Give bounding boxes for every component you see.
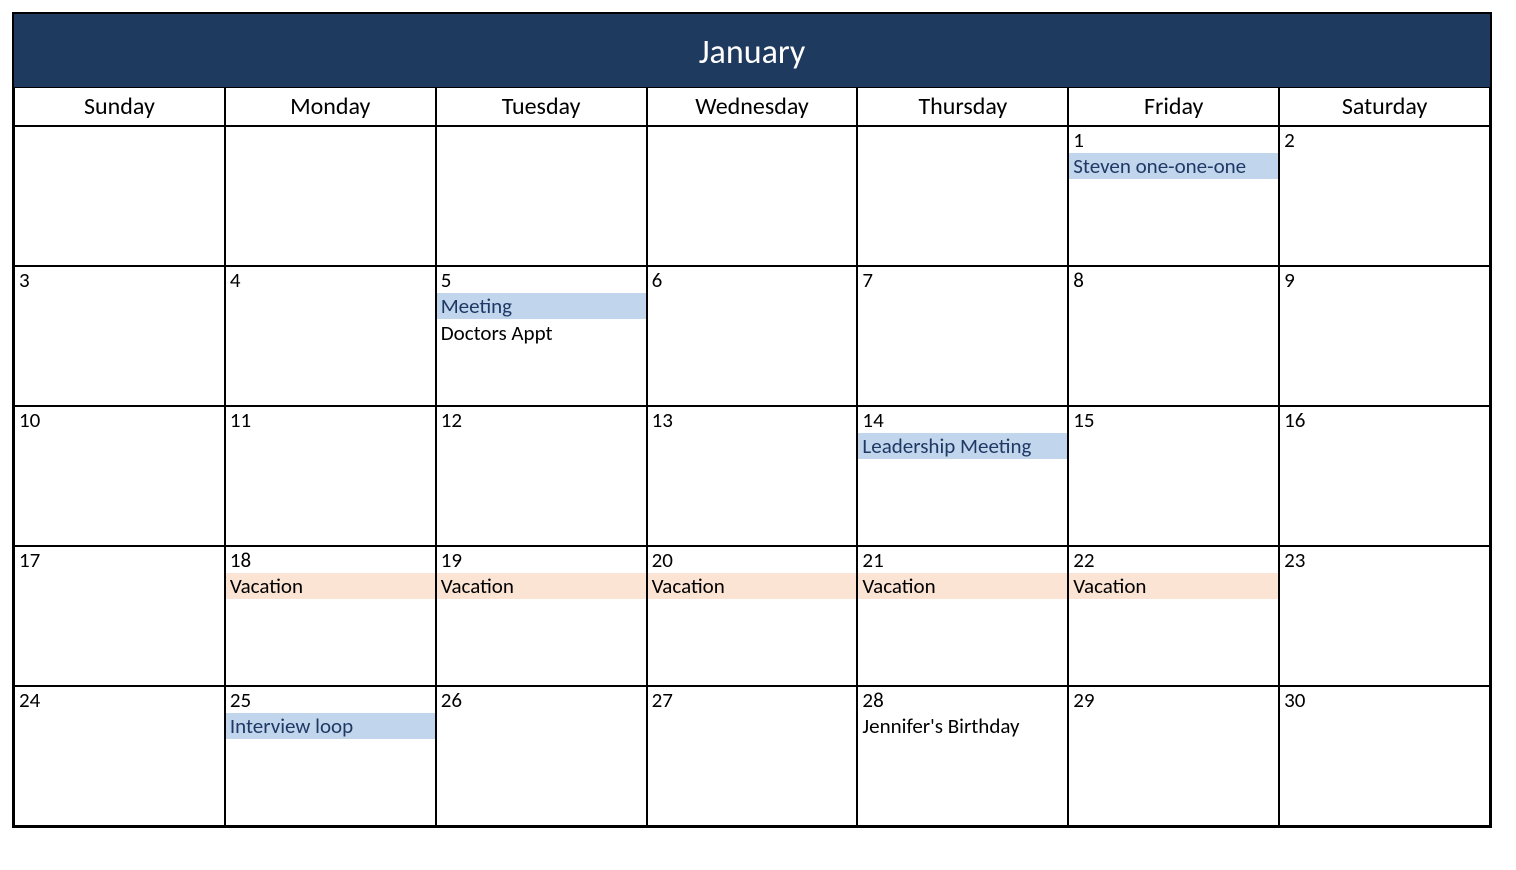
- day-number: 4: [226, 267, 435, 292]
- day-number: 5: [437, 267, 646, 292]
- day-header: Saturday: [1279, 87, 1490, 126]
- calendar-cell[interactable]: 25Interview loop: [225, 686, 436, 826]
- calendar-cell[interactable]: 30: [1279, 686, 1490, 826]
- day-number: 16: [1280, 407, 1489, 432]
- calendar-cell[interactable]: 16: [1279, 406, 1490, 546]
- calendar-cell[interactable]: 5MeetingDoctors Appt: [436, 266, 647, 406]
- calendar-cell[interactable]: 1Steven one-one-one: [1068, 126, 1279, 266]
- day-number: 22: [1069, 547, 1278, 572]
- calendar-week: 1011121314Leadership Meeting1516: [14, 406, 1490, 546]
- calendar-cell[interactable]: 2: [1279, 126, 1490, 266]
- calendar-cell[interactable]: 15: [1068, 406, 1279, 546]
- calendar-cell[interactable]: 14Leadership Meeting: [857, 406, 1068, 546]
- calendar: January Sunday Monday Tuesday Wednesday …: [12, 12, 1492, 828]
- calendar-grid: 1Steven one-one-one2345MeetingDoctors Ap…: [14, 126, 1490, 826]
- calendar-week: 2425Interview loop262728Jennifer's Birth…: [14, 686, 1490, 826]
- calendar-cell[interactable]: 27: [647, 686, 858, 826]
- calendar-week: 345MeetingDoctors Appt6789: [14, 266, 1490, 406]
- month-title: January: [14, 14, 1490, 87]
- calendar-week: 1718Vacation19Vacation20Vacation21Vacati…: [14, 546, 1490, 686]
- calendar-cell[interactable]: 3: [14, 266, 225, 406]
- calendar-cell[interactable]: 19Vacation: [436, 546, 647, 686]
- calendar-cell[interactable]: 28Jennifer's Birthday: [857, 686, 1068, 826]
- day-header: Thursday: [857, 87, 1068, 126]
- calendar-event[interactable]: Jennifer's Birthday: [858, 713, 1067, 739]
- calendar-event[interactable]: Vacation: [1069, 573, 1278, 599]
- day-number: 21: [858, 547, 1067, 572]
- day-number: 26: [437, 687, 646, 712]
- calendar-cell[interactable]: 21Vacation: [857, 546, 1068, 686]
- day-number: 19: [437, 547, 646, 572]
- calendar-cell[interactable]: [647, 126, 858, 266]
- day-number: 27: [648, 687, 857, 712]
- calendar-event[interactable]: Interview loop: [226, 713, 435, 739]
- day-number: 12: [437, 407, 646, 432]
- day-header-row: Sunday Monday Tuesday Wednesday Thursday…: [14, 87, 1490, 126]
- day-number: 30: [1280, 687, 1489, 712]
- day-number: 24: [15, 687, 224, 712]
- calendar-cell[interactable]: 6: [647, 266, 858, 406]
- calendar-cell[interactable]: 20Vacation: [647, 546, 858, 686]
- calendar-event[interactable]: Steven one-one-one: [1069, 153, 1278, 179]
- calendar-event[interactable]: Vacation: [226, 573, 435, 599]
- day-number: 8: [1069, 267, 1278, 292]
- day-number: 3: [15, 267, 224, 292]
- calendar-event[interactable]: Leadership Meeting: [858, 433, 1067, 459]
- day-number: 14: [858, 407, 1067, 432]
- calendar-cell[interactable]: 26: [436, 686, 647, 826]
- calendar-event[interactable]: Vacation: [648, 573, 857, 599]
- calendar-week: 1Steven one-one-one2: [14, 126, 1490, 266]
- day-header: Sunday: [14, 87, 225, 126]
- calendar-cell[interactable]: 10: [14, 406, 225, 546]
- calendar-cell[interactable]: 22Vacation: [1068, 546, 1279, 686]
- day-header: Friday: [1068, 87, 1279, 126]
- day-header: Wednesday: [647, 87, 858, 126]
- calendar-cell[interactable]: 18Vacation: [225, 546, 436, 686]
- calendar-cell[interactable]: 4: [225, 266, 436, 406]
- day-header: Tuesday: [436, 87, 647, 126]
- day-number: 18: [226, 547, 435, 572]
- calendar-event[interactable]: Doctors Appt: [437, 320, 646, 346]
- day-number: 13: [648, 407, 857, 432]
- day-number: 1: [1069, 127, 1278, 152]
- day-header: Monday: [225, 87, 436, 126]
- calendar-event[interactable]: Vacation: [437, 573, 646, 599]
- calendar-cell[interactable]: 11: [225, 406, 436, 546]
- day-number: 17: [15, 547, 224, 572]
- calendar-cell[interactable]: [436, 126, 647, 266]
- calendar-cell[interactable]: 29: [1068, 686, 1279, 826]
- calendar-cell[interactable]: 23: [1279, 546, 1490, 686]
- calendar-cell[interactable]: 9: [1279, 266, 1490, 406]
- day-number: 25: [226, 687, 435, 712]
- calendar-cell[interactable]: [225, 126, 436, 266]
- day-number: 28: [858, 687, 1067, 712]
- day-number: [15, 127, 224, 129]
- day-number: 23: [1280, 547, 1489, 572]
- day-number: 6: [648, 267, 857, 292]
- calendar-cell[interactable]: 24: [14, 686, 225, 826]
- day-number: 15: [1069, 407, 1278, 432]
- calendar-cell[interactable]: 8: [1068, 266, 1279, 406]
- calendar-cell[interactable]: [857, 126, 1068, 266]
- day-number: 20: [648, 547, 857, 572]
- calendar-cell[interactable]: 17: [14, 546, 225, 686]
- calendar-cell[interactable]: [14, 126, 225, 266]
- calendar-cell[interactable]: 13: [647, 406, 858, 546]
- day-number: [437, 127, 646, 129]
- day-number: 7: [858, 267, 1067, 292]
- day-number: [858, 127, 1067, 129]
- calendar-event[interactable]: Vacation: [858, 573, 1067, 599]
- day-number: 9: [1280, 267, 1489, 292]
- calendar-cell[interactable]: 12: [436, 406, 647, 546]
- day-number: [226, 127, 435, 129]
- day-number: 11: [226, 407, 435, 432]
- calendar-cell[interactable]: 7: [857, 266, 1068, 406]
- day-number: 10: [15, 407, 224, 432]
- day-number: [648, 127, 857, 129]
- calendar-event[interactable]: Meeting: [437, 293, 646, 319]
- day-number: 2: [1280, 127, 1489, 152]
- day-number: 29: [1069, 687, 1278, 712]
